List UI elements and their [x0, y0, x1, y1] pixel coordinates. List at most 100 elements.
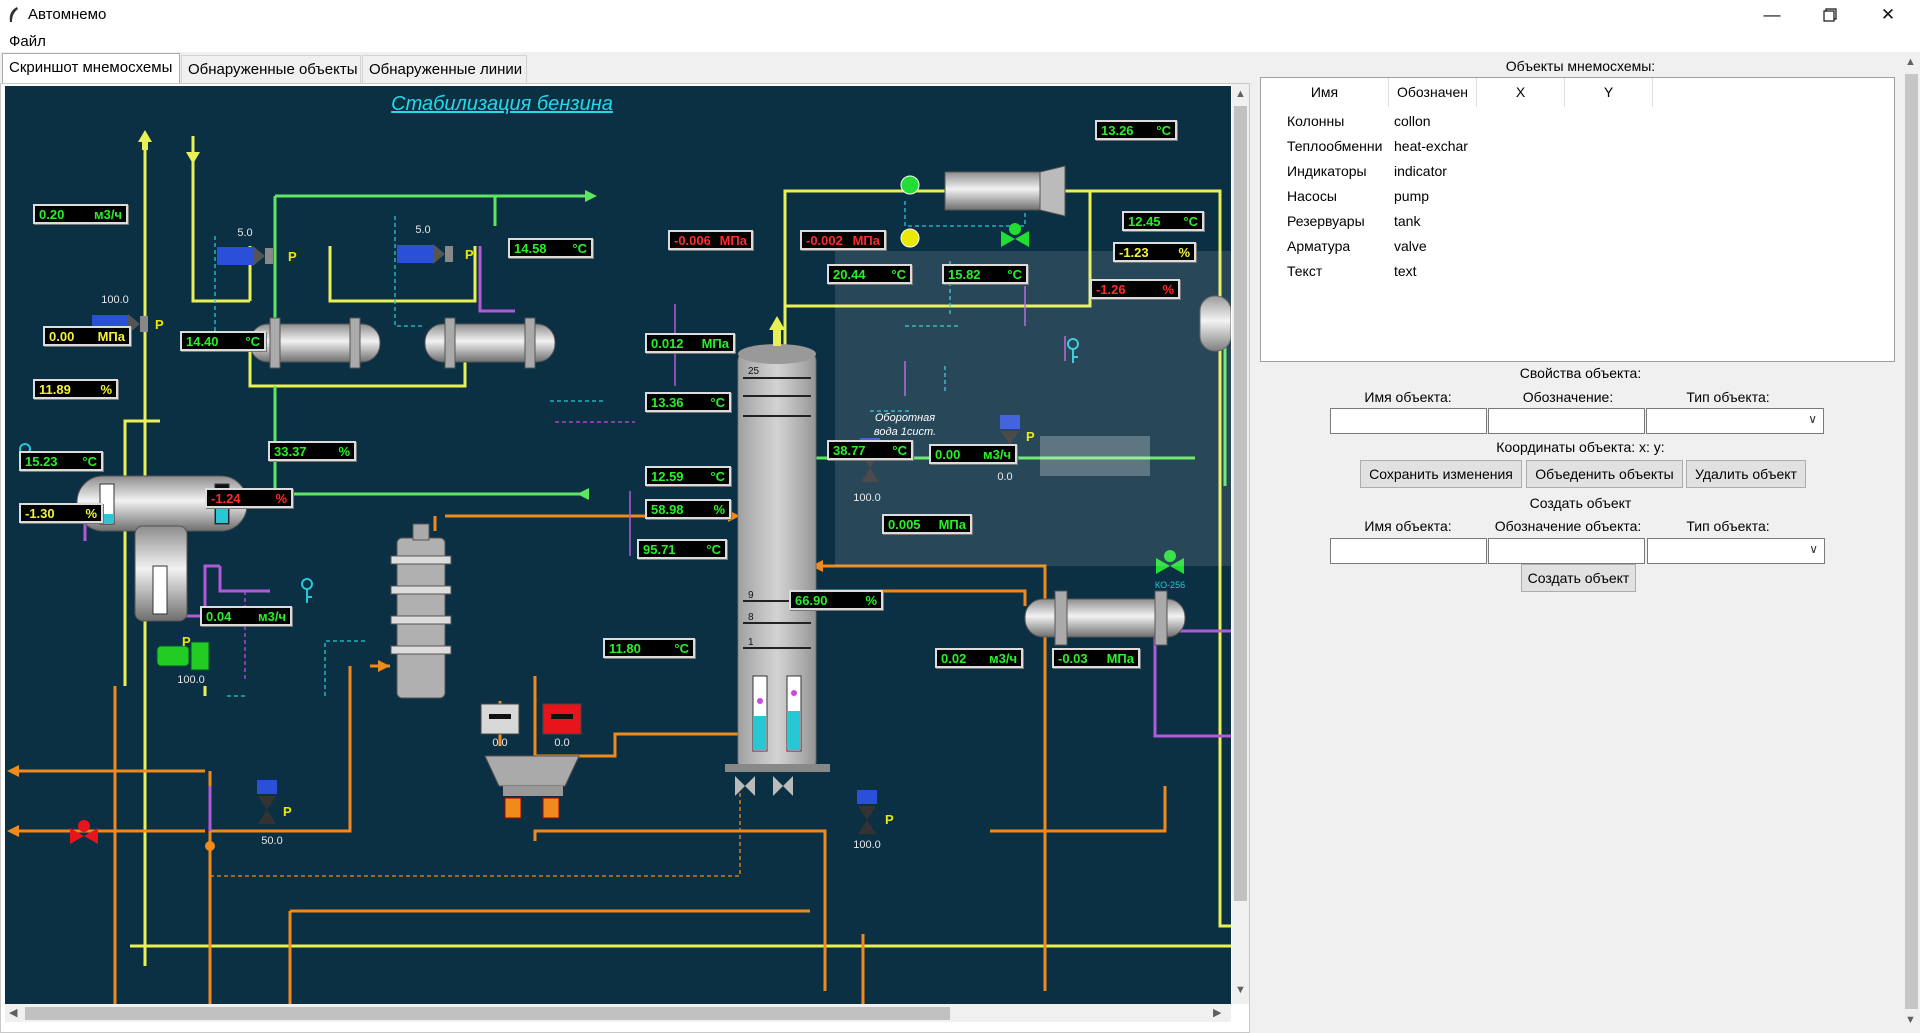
prop-type-select[interactable]: ∨	[1646, 408, 1824, 434]
delete-object-button[interactable]: Удалить объект	[1686, 460, 1806, 488]
create-type-select[interactable]: ∨	[1647, 538, 1825, 564]
indicator-box: 15.23 °С	[19, 451, 103, 471]
create-code-label: Обозначение объекта:	[1494, 518, 1642, 534]
close-button[interactable]: ✕	[1859, 0, 1917, 30]
indicator-value: 12.59	[651, 468, 684, 484]
indicator-value: 95.71	[643, 541, 676, 557]
col-header-x[interactable]: X	[1477, 84, 1564, 100]
prop-name-label: Имя объекта:	[1364, 389, 1452, 405]
indicator-value: 0.02	[941, 650, 967, 666]
canvas-horizontal-scrollbar[interactable]: ◀ ▶	[5, 1004, 1231, 1022]
svg-text:P: P	[182, 634, 191, 649]
indicator-value: 15.23	[25, 453, 58, 469]
heat-exchanger-1	[249, 317, 381, 369]
maximize-button[interactable]	[1801, 0, 1859, 30]
air-cooler	[944, 165, 1066, 217]
scroll-left-icon[interactable]: ◀	[9, 1006, 17, 1019]
indicator-unit: %	[1178, 244, 1190, 260]
indicator-unit: м3/ч	[257, 608, 286, 624]
indicator-box: 14.40 °С	[180, 331, 266, 351]
indicator-box: 13.26 °С	[1095, 120, 1177, 140]
indicator-box: -1.24%	[205, 488, 293, 508]
svg-text:9: 9	[748, 590, 754, 601]
minimize-button[interactable]: —	[1743, 0, 1801, 30]
scroll-right-icon[interactable]: ▶	[1213, 1006, 1221, 1019]
indicator-value: 0.00	[935, 446, 961, 462]
scroll-up-icon[interactable]: ▲	[1235, 88, 1246, 100]
indicator-unit: °С	[892, 442, 907, 458]
prop-code-input[interactable]	[1488, 408, 1645, 434]
objects-tree[interactable]: Имя Обозначен X Y Колонны collon Теплообм…	[1260, 77, 1895, 362]
indicator-unit: °С	[82, 453, 97, 469]
indicator-value: -0.002	[806, 232, 843, 248]
indicator-value: 0.04	[206, 608, 232, 624]
canvas-vscroll-thumb[interactable]	[1234, 106, 1247, 901]
indicator-box: 12.45 °С	[1122, 211, 1204, 231]
indicator-box: 0.04 м3/ч	[200, 606, 292, 626]
canvas-vertical-scrollbar[interactable]: ▲ ▼	[1232, 84, 1249, 1004]
right-panel-scroll-thumb[interactable]	[1905, 74, 1918, 1009]
indicator-unit: %	[1162, 281, 1174, 297]
col-header-y[interactable]: Y	[1565, 84, 1652, 100]
indicator-box: 66.90%	[789, 590, 883, 610]
indicator-value: 0.012	[651, 335, 684, 351]
create-object-button[interactable]: Создать объект	[1521, 564, 1636, 592]
indicator-value: 33.37	[274, 443, 307, 459]
right-panel-scrollbar[interactable]: ▲ ▼	[1903, 52, 1920, 1033]
create-name-input[interactable]	[1330, 538, 1487, 564]
indicator-value: 66.90	[795, 592, 828, 608]
svg-text:P: P	[465, 247, 474, 262]
indicator-box: 11.80 °С	[603, 638, 695, 658]
scroll-up-icon[interactable]: ▲	[1905, 56, 1916, 68]
svg-text:P: P	[885, 812, 894, 827]
indicator-box: 95.71 °С	[637, 539, 727, 559]
svg-text:P: P	[283, 804, 292, 819]
indicator-unit: %	[100, 381, 112, 397]
indicator-box: -1.26%	[1090, 279, 1180, 299]
svg-text:1: 1	[748, 637, 754, 648]
scroll-down-icon[interactable]: ▼	[1905, 1014, 1916, 1026]
indicator-box: -1.23%	[1113, 242, 1196, 262]
tab-screenshot[interactable]: Скриншот мнемосхемы	[2, 53, 180, 83]
title-bar: Автомнемо — ✕	[0, 0, 1920, 30]
indicator-value: 11.89	[39, 381, 71, 397]
objects-tree-header: Имя Обозначен X Y	[1261, 78, 1894, 108]
indicator-box: 38.77 °С	[827, 440, 913, 460]
save-changes-button[interactable]: Сохранить изменения	[1360, 460, 1522, 488]
col-header-name[interactable]: Имя	[1261, 84, 1388, 100]
indicator-box: 0.005 МПа	[882, 514, 972, 534]
svg-text:8: 8	[748, 612, 754, 623]
prop-name-input[interactable]	[1330, 408, 1487, 434]
svg-text:P: P	[155, 317, 164, 332]
canvas-hscroll-thumb[interactable]	[25, 1007, 950, 1020]
indicator-box: -0.006 МПа	[668, 230, 753, 250]
vertical-heat-exchanger	[390, 523, 452, 699]
indicator-box: 33.37%	[268, 441, 356, 461]
col-header-code[interactable]: Обозначен	[1389, 84, 1476, 100]
create-type-label: Тип объекта:	[1686, 518, 1770, 534]
indicator-box: 0.20 м3/ч	[33, 204, 128, 224]
distillation-column: 25 9 8 1	[725, 316, 830, 772]
tab-detected-objects[interactable]: Обнаруженные объекты	[181, 55, 361, 83]
indicator-unit: МПа	[1106, 650, 1134, 666]
indicator-value: 38.77	[833, 442, 866, 458]
heat-exchanger-3	[1024, 590, 1186, 646]
indicator-value: 14.58	[514, 240, 547, 256]
heat-exchanger-2	[424, 317, 556, 369]
menu-file[interactable]: Файл	[9, 33, 46, 50]
svg-text:КО-256: КО-256	[1155, 580, 1185, 590]
right-panel: Объекты мнемосхемы: Имя Обозначен X Y Ко…	[1258, 52, 1920, 1033]
tab-detected-lines[interactable]: Обнаруженные линии	[362, 55, 527, 83]
scroll-down-icon[interactable]: ▼	[1235, 984, 1246, 996]
merge-objects-button[interactable]: Объеденить объекты	[1526, 460, 1683, 488]
indicator-unit: %	[713, 501, 725, 517]
indicator-unit: °С	[706, 541, 721, 557]
indicator-box: 11.89%	[33, 379, 118, 399]
create-title: Создать объект	[1529, 495, 1632, 511]
indicator-value: -1.26	[1096, 281, 1126, 297]
create-code-input[interactable]	[1488, 538, 1645, 564]
svg-text:P: P	[288, 249, 297, 264]
indicator-box: 58.98%	[645, 499, 731, 519]
chevron-down-icon: ∨	[1808, 412, 1817, 426]
prop-type-label: Тип объекта:	[1686, 389, 1770, 405]
